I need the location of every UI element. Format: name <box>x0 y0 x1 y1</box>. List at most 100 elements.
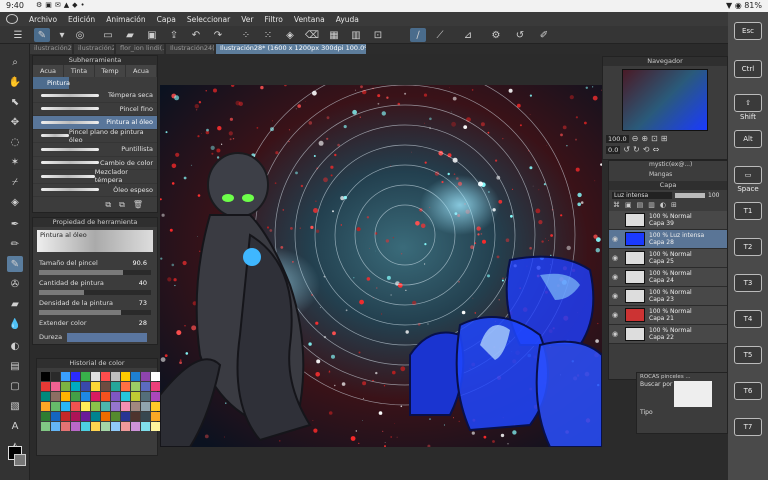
layer-row[interactable]: ◉ 100 % Normal Capa 24 <box>609 268 727 287</box>
color-swatch[interactable] <box>111 372 120 381</box>
color-swatch[interactable] <box>151 392 160 401</box>
color-swatch[interactable] <box>51 382 60 391</box>
color-swatch[interactable] <box>71 382 80 391</box>
rotate-icon[interactable]: ↺ <box>512 28 528 42</box>
color-swatch[interactable] <box>81 402 90 411</box>
color-swatch[interactable] <box>101 422 110 431</box>
settings-icon[interactable]: ⚙ <box>488 28 504 42</box>
eye-icon[interactable]: ◉ <box>609 273 621 281</box>
color-swatch[interactable] <box>51 402 60 411</box>
color-swatch[interactable] <box>121 392 130 401</box>
space-key[interactable]: ▭ <box>734 166 762 184</box>
chevron-down-icon[interactable]: ▾ <box>54 28 70 42</box>
pen-icon[interactable]: ✒ <box>7 216 23 232</box>
color-swatch[interactable] <box>51 392 60 401</box>
menu-view[interactable]: Ver <box>241 15 253 24</box>
color-swatch[interactable] <box>71 412 80 421</box>
color-swatch[interactable] <box>81 392 90 401</box>
blend-mode-select[interactable]: Luz intensa <box>612 192 672 199</box>
sub-color-swatch[interactable] <box>14 454 26 466</box>
color-swatch[interactable] <box>151 402 160 411</box>
color-swatch[interactable] <box>81 382 90 391</box>
layer-row[interactable]: ◉ 100 % Normal Capa 22 <box>609 325 727 344</box>
opacity-value[interactable]: 100 <box>708 192 719 199</box>
menu-window[interactable]: Ventana <box>294 15 325 24</box>
color-swatch[interactable] <box>141 412 150 421</box>
tab-document-2[interactable]: ilustración20(... <box>74 44 114 54</box>
brush-item[interactable]: Témpera seca <box>33 89 157 103</box>
eye-icon[interactable]: ◉ <box>609 311 621 319</box>
t3-key[interactable]: T3 <box>734 274 762 292</box>
color-swatch[interactable] <box>61 412 70 421</box>
open-folder-icon[interactable]: ▰ <box>122 28 138 42</box>
pencil-icon[interactable]: ✐ <box>536 28 552 42</box>
layer-row-selected[interactable]: ◉ 100 % Luz intensa Capa 28 <box>609 230 727 249</box>
prop-brush-size[interactable]: Tamaño del pincel 90.6 <box>33 255 157 270</box>
brush-tool-icon[interactable]: ✎ <box>7 256 23 272</box>
eraser-icon[interactable]: ▰ <box>7 296 23 312</box>
brush-quick-icon[interactable]: ✎ <box>34 28 50 42</box>
color-swatch[interactable] <box>71 372 80 381</box>
color-swatch[interactable] <box>41 402 50 411</box>
color-swatch[interactable] <box>61 402 70 411</box>
eye-icon[interactable]: ◉ <box>609 330 621 338</box>
color-swatch[interactable] <box>101 372 110 381</box>
color-swatch[interactable] <box>131 402 140 411</box>
prop-paint-density[interactable]: Densidad de la pintura 73 <box>33 295 157 310</box>
color-swatch[interactable] <box>71 392 80 401</box>
color-swatch[interactable] <box>51 412 60 421</box>
rotation-value[interactable]: 0.0 <box>606 145 621 154</box>
color-swatch[interactable] <box>131 422 140 431</box>
color-swatch[interactable] <box>41 422 50 431</box>
grid-icon[interactable]: ▦ <box>326 28 342 42</box>
subtool-tab-1[interactable]: Acua <box>33 65 64 77</box>
t4-key[interactable]: T4 <box>734 310 762 328</box>
stabilizer-icon[interactable]: ∕ <box>410 28 426 42</box>
menu-animation[interactable]: Animación <box>106 15 145 24</box>
color-swatch[interactable] <box>151 372 160 381</box>
color-swatch[interactable] <box>101 402 110 411</box>
zoom-value[interactable]: 100.0 <box>606 134 629 143</box>
ruler-icon[interactable]: ⟋ <box>432 28 448 42</box>
frame-icon[interactable]: ▧ <box>7 398 23 414</box>
color-swatch[interactable] <box>91 392 100 401</box>
auto-select-icon[interactable]: ✶ <box>7 154 23 170</box>
color-swatch[interactable] <box>131 392 140 401</box>
color-swatch[interactable] <box>141 382 150 391</box>
menu-filter[interactable]: Filtro <box>265 15 283 24</box>
color-swatch[interactable] <box>131 412 140 421</box>
color-swatch[interactable] <box>121 372 130 381</box>
brush-size-slider[interactable] <box>39 270 151 275</box>
menu-file[interactable]: Archivo <box>29 15 57 24</box>
color-swatch[interactable] <box>61 382 70 391</box>
color-swatch[interactable] <box>41 392 50 401</box>
material-thumbnail[interactable] <box>674 381 713 407</box>
layer-thumb-icon[interactable]: ◈ <box>7 194 23 210</box>
color-swatch[interactable] <box>141 422 150 431</box>
eyedropper-icon[interactable]: ⌿ <box>7 174 23 190</box>
clear-icon[interactable]: ⌫ <box>304 28 320 42</box>
color-swatch[interactable] <box>51 372 60 381</box>
pencil-tool-icon[interactable]: ✏ <box>7 236 23 252</box>
color-swatch[interactable] <box>151 382 160 391</box>
color-swatch[interactable] <box>41 382 50 391</box>
t6-key[interactable]: T6 <box>734 382 762 400</box>
paint-amount-slider[interactable] <box>39 290 151 295</box>
esc-key[interactable]: Esc <box>734 22 762 40</box>
menu-edit[interactable]: Edición <box>68 15 95 24</box>
tab-document-3[interactable]: flor_ion lindi(... <box>116 44 164 54</box>
blend-icon[interactable]: 💧 <box>7 316 23 332</box>
brush-item[interactable]: Pincel plano de pintura óleo <box>33 128 157 144</box>
figure-icon[interactable]: ▢ <box>7 378 23 394</box>
navigator-preview[interactable] <box>622 69 708 131</box>
color-swatch[interactable] <box>131 372 140 381</box>
pen-pressure-icon[interactable]: ⊿ <box>460 28 476 42</box>
color-swatch[interactable] <box>121 422 130 431</box>
menu-select[interactable]: Seleccionar <box>187 15 230 24</box>
text-tool-icon[interactable]: A <box>7 418 23 434</box>
eye-icon[interactable]: ◉ <box>609 292 621 300</box>
subtool-tab-4[interactable]: Acua <box>126 65 157 77</box>
color-swatch[interactable] <box>81 422 90 431</box>
prop-paint-amount[interactable]: Cantidad de pintura 40 <box>33 275 157 290</box>
drawing-canvas[interactable] <box>160 85 602 447</box>
